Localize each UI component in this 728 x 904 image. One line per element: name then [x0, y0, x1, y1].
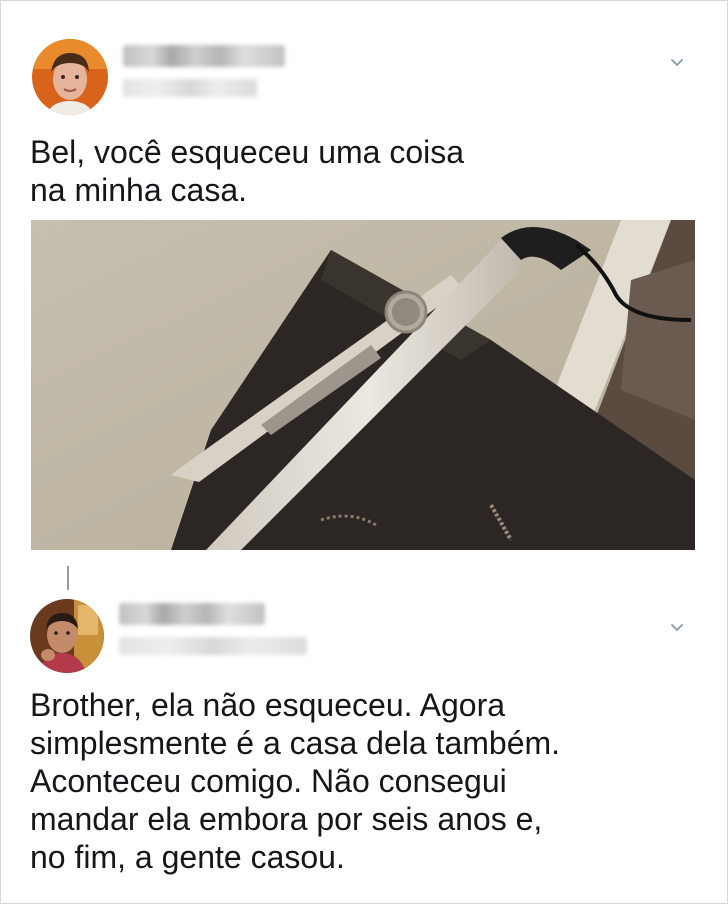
- chevron-down-icon[interactable]: [669, 55, 685, 71]
- tweet-text: Brother, ela não esqueceu. Agora simples…: [30, 687, 561, 875]
- chevron-down-icon[interactable]: [669, 620, 685, 636]
- tweet-2[interactable]: Brother, ela não esqueceu. Agora simples…: [1, 561, 727, 901]
- user-name-redacted: [119, 603, 265, 625]
- user-name-redacted: [123, 45, 285, 67]
- tweet-text: Bel, você esqueceu uma coisa na minha ca…: [30, 134, 465, 208]
- avatar[interactable]: [30, 599, 104, 673]
- avatar[interactable]: [32, 39, 108, 115]
- tweet-thread-card: Bel, você esqueceu uma coisa na minha ca…: [0, 0, 728, 904]
- user-handle-redacted: [119, 637, 307, 655]
- tweet-1[interactable]: Bel, você esqueceu uma coisa na minha ca…: [1, 1, 727, 561]
- user-handle-redacted: [123, 79, 257, 97]
- tweet-photo[interactable]: [31, 220, 695, 550]
